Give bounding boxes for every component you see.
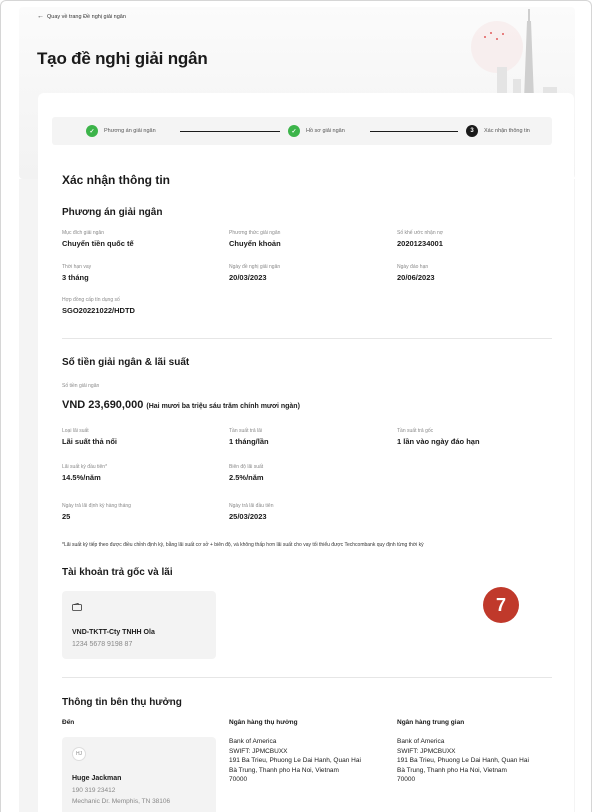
avatar: HJ [72, 747, 86, 761]
field-value: Chuyển tiền quốc tế [62, 239, 134, 248]
page-title: Tạo đề nghị giải ngân [37, 49, 208, 68]
bank-line: Bà Trung, Thanh pho Ha Noi, Vietnam [397, 766, 507, 774]
bank-line: Bank of America [229, 738, 277, 745]
step-label: Xác nhận thông tin [484, 128, 530, 134]
field-value: 1 tháng/lần [229, 437, 269, 446]
plan-field: Số khế ước nhận nợ 20201234001 [397, 230, 443, 248]
field-label: Mục đích giải ngân [62, 230, 104, 236]
beneficiary-title: Thông tin bên thụ hưởng [62, 697, 182, 708]
field-label: Số tiền giải ngân [62, 383, 100, 389]
field-label: Lãi suất kỳ đầu tiên* [62, 464, 108, 470]
plan-field: Mục đích giải ngân Chuyển tiền quốc tế [62, 230, 134, 248]
divider [62, 338, 552, 339]
field-value: 20/06/2023 [397, 273, 435, 282]
bank-line: Bank of America [397, 738, 445, 745]
beneficiary-bank-header: Ngân hàng thụ hưởng [229, 719, 298, 726]
field-label: Phương thức giải ngân [229, 230, 281, 236]
beneficiary-name: Huge Jackman [72, 775, 122, 782]
beneficiary-card: HJ Huge Jackman 190 319 23412 Mechanic D… [62, 737, 216, 812]
account-number: 1234 5678 9198 87 [72, 641, 133, 648]
step-2: ✓ Hồ sơ giải ngân [288, 125, 345, 137]
field-value: Lãi suất thả nổi [62, 437, 118, 446]
field-label: Tần suất trả lãi [229, 428, 263, 434]
plan-field: Thời hạn vay 3 tháng [62, 264, 91, 282]
amount-label-field: Số tiền giải ngân [62, 383, 99, 392]
rate-field: Biên độ lãi suất 2.5%/năm [229, 464, 264, 482]
bank-line: 70000 [397, 776, 416, 783]
amount-title: Số tiền giải ngân & lãi suất [62, 357, 190, 368]
field-label: Ngày đề nghị giải ngân [229, 264, 281, 270]
intermediary-bank-header: Ngân hàng trung gian [397, 719, 465, 726]
field-label: Số khế ước nhận nợ [397, 230, 444, 236]
rate-field: Loại lãi suất Lãi suất thả nổi [62, 428, 117, 446]
plan-field: Ngày đáo hạn 20/06/2023 [397, 264, 435, 282]
step-connector [370, 131, 458, 132]
beneficiary-address: Mechanic Dr. Memphis, TN 38106 [72, 798, 171, 805]
account-name: VND-TKTT-Cty TNHH Ola [72, 629, 155, 636]
plan-field: Ngày đề nghị giải ngân 20/03/2023 [229, 264, 280, 282]
amount-value: VND 23,690,000 (Hai mươi ba triệu sáu tr… [62, 399, 300, 411]
repay-account-title: Tài khoản trả gốc và lãi [62, 567, 173, 578]
repay-account-card[interactable]: VND-TKTT-Cty TNHH Ola 1234 5678 9198 87 [62, 591, 216, 659]
confirm-title: Xác nhận thông tin [62, 173, 170, 187]
bank-line: SWIFT: JPMCBUXX [229, 747, 288, 755]
back-link[interactable]: ← Quay về trang Đề nghị giải ngân [37, 13, 126, 20]
beneficiary-phone: 190 319 23412 [72, 787, 116, 794]
stepper: ✓ Phương án giải ngân ✓ Hồ sơ giải ngân … [52, 117, 552, 145]
field-label: Thời hạn vay [62, 264, 92, 270]
bank-line: SWIFT: JPMCBUXX [397, 747, 456, 755]
rate-field: Tần suất trả gốc 1 lần vào ngày đáo hạn [397, 428, 480, 446]
step-number: 3 [466, 125, 478, 137]
field-label: Ngày trả lãi đầu tiên [229, 503, 274, 509]
field-value: 3 tháng [62, 273, 89, 282]
rate-field: Ngày trả lãi đầu tiên 25/03/2023 [229, 503, 273, 521]
step-connector [180, 131, 280, 132]
wallet-icon [72, 603, 82, 611]
bank-line: 70000 [229, 776, 248, 783]
field-label: Loại lãi suất [62, 428, 89, 434]
amount-number: VND 23,690,000 [62, 399, 144, 411]
bank-line: 191 Ba Trieu, Phuong Le Dai Hanh, Quan H… [397, 757, 529, 764]
bank-line: Bà Trung, Thanh pho Ha Noi, Vietnam [229, 766, 339, 774]
rate-footnote: *Lãi suất kỳ tiếp theo được điều chỉnh đ… [62, 542, 424, 548]
step-3: 3 Xác nhận thông tin [466, 125, 530, 137]
plan-title: Phương án giải ngân [62, 207, 163, 218]
field-value: Chuyển khoản [229, 239, 281, 248]
field-value: 20/03/2023 [229, 273, 267, 282]
back-link-label: Quay về trang Đề nghị giải ngân [47, 13, 126, 20]
field-label: Ngày trả lãi định kỳ hàng tháng [62, 503, 131, 509]
to-label: Đến [62, 719, 75, 726]
field-value: SGO20221022/HDTD [62, 306, 135, 315]
plan-field: Phương thức giải ngân Chuyển khoản [229, 230, 281, 248]
field-value: 1 lần vào ngày đáo hạn [397, 437, 480, 446]
bank-line: 191 Ba Trieu, Phuong Le Dai Hanh, Quan H… [229, 757, 361, 764]
beneficiary-bank-details: Bank of America SWIFT: JPMCBUXX 191 Ba T… [229, 737, 361, 785]
check-icon: ✓ [288, 125, 300, 137]
field-label: Ngày đáo hạn [397, 264, 429, 270]
field-value: 2.5%/năm [229, 473, 264, 482]
app-frame: ← Quay về trang Đề nghị giải ngân Tạo đề… [0, 0, 592, 812]
arrow-left-icon: ← [37, 13, 44, 20]
intermediary-bank-details: Bank of America SWIFT: JPMCBUXX 191 Ba T… [397, 737, 529, 785]
field-value: 25/03/2023 [229, 512, 267, 521]
field-value: 14.5%/năm [62, 473, 101, 482]
amount-words: (Hai mươi ba triệu sáu trăm chính mươi n… [146, 403, 300, 410]
field-value: 25 [62, 512, 71, 521]
rate-field: Tần suất trả lãi 1 tháng/lần [229, 428, 269, 446]
field-value: 20201234001 [397, 239, 443, 248]
rate-field: Lãi suất kỳ đầu tiên* 14.5%/năm [62, 464, 107, 482]
step-1: ✓ Phương án giải ngân [86, 125, 156, 137]
field-label: Hợp đồng cấp tín dụng số [62, 297, 120, 303]
step-label: Hồ sơ giải ngân [306, 128, 345, 134]
field-label: Biên độ lãi suất [229, 464, 264, 470]
plan-field: Hợp đồng cấp tín dụng số SGO20221022/HDT… [62, 297, 135, 315]
divider [62, 677, 552, 678]
check-icon: ✓ [86, 125, 98, 137]
rate-field: Ngày trả lãi định kỳ hàng tháng 25 [62, 503, 131, 521]
field-label: Tần suất trả gốc [397, 428, 434, 434]
confirm-card: ✓ Phương án giải ngân ✓ Hồ sơ giải ngân … [38, 93, 574, 812]
step-label: Phương án giải ngân [104, 128, 156, 134]
step-number-badge: 7 [483, 587, 519, 623]
